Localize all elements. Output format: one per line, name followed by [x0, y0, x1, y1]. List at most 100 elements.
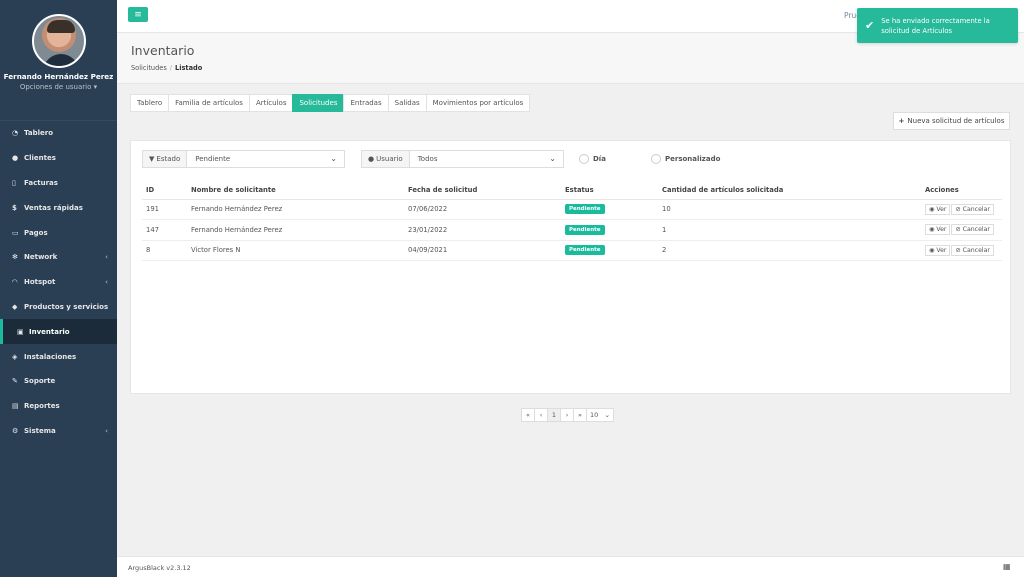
estado-filter: ▼ Estado Pendiente ⌄ [142, 150, 345, 168]
breadcrumb-parent[interactable]: Solicitudes [131, 64, 167, 72]
chevron-down-icon: ⌄ [330, 154, 337, 163]
last-page-button[interactable]: » [573, 408, 587, 422]
chevron-left-icon: ‹ [105, 426, 108, 435]
radio-personalizado[interactable]: Personalizado [651, 154, 720, 164]
cell-estatus: Pendiente [561, 199, 658, 220]
radio-circle [651, 154, 661, 164]
sidebar-item-label: Network [24, 253, 58, 262]
sidebar-item-ventas-rapidas[interactable]: $ Ventas rápidas [0, 195, 117, 220]
new-request-button[interactable]: + Nueva solicitud de artículos [893, 112, 1010, 130]
view-label: Ver [936, 246, 947, 254]
sidebar-item-label: Sistema [24, 426, 56, 435]
dollar-icon: $ [12, 203, 17, 212]
sidebar-item-hotspot[interactable]: ◠ Hotspot ‹ [0, 270, 117, 295]
tab-salidas[interactable]: Salidas [387, 94, 427, 112]
cell-nombre: Victor Flores N [187, 240, 404, 261]
user-options-label: Opciones de usuario [19, 83, 92, 91]
radio-personalizado-label: Personalizado [665, 155, 721, 163]
sidebar-item-instalaciones[interactable]: ◈ Instalaciones [0, 344, 117, 369]
cell-estatus: Pendiente [561, 240, 658, 261]
sidebar-item-label: Clientes [24, 154, 56, 163]
sidebar-item-clientes[interactable]: ● Clientes [0, 146, 117, 171]
network-icon: ✻ [12, 253, 18, 262]
view-button[interactable]: ◉ Ver [925, 244, 951, 256]
cell-nombre: Fernando Hernández Perez [187, 199, 404, 220]
cell-acciones: ◉ Ver ⊘ Cancelar [921, 199, 1002, 220]
sidebar-menu: ◔ Tablero ● Clientes ▯ Facturas $ Ventas ráp… [0, 120, 117, 443]
cancel-label: Cancelar [962, 205, 990, 213]
sidebar-item-network[interactable]: ✻ Network ‹ [0, 245, 117, 270]
user-name: Fernando Hernández Perez [3, 72, 114, 81]
page-1-button[interactable]: 1 [547, 408, 561, 422]
cancel-button[interactable]: ⊘ Cancelar [951, 203, 994, 215]
sidebar-item-productos[interactable]: ◆ Productos y servicios [0, 295, 117, 320]
sidebar-item-tablero[interactable]: ◔ Tablero [0, 121, 117, 146]
view-label: Ver [936, 205, 947, 213]
wrench-icon: ✎ [12, 377, 18, 386]
book-icon: ▤ [12, 402, 19, 411]
view-label: Ver [936, 226, 947, 234]
sidebar-item-sistema[interactable]: ⚙ Sistema ‹ [0, 419, 117, 444]
usuario-select[interactable]: Todos ⌄ [410, 151, 563, 167]
first-page-button[interactable]: « [521, 408, 535, 422]
estado-select[interactable]: Pendiente ⌄ [187, 151, 344, 167]
building-icon: ▦ [1003, 562, 1011, 571]
prev-page-button[interactable]: ‹ [534, 408, 548, 422]
status-badge: Pendiente [565, 245, 605, 256]
filter-icon: ▼ [149, 155, 155, 163]
status-badge: Pendiente [565, 204, 605, 215]
breadcrumb-current: Listado [175, 64, 203, 72]
check-icon: ✔ [865, 18, 875, 32]
cubes-icon: ▣ [17, 327, 24, 336]
breadcrumb: Solicitudes / Listado [131, 64, 202, 72]
col-acciones: Acciones [921, 182, 1002, 200]
col-nombre: Nombre de solicitante [187, 182, 404, 200]
sidebar-item-facturas[interactable]: ▯ Facturas [0, 171, 117, 196]
view-button[interactable]: ◉ Ver [925, 224, 951, 236]
ban-icon: ⊘ [955, 226, 961, 234]
sidebar-item-reportes[interactable]: ▤ Reportes [0, 394, 117, 419]
cell-id: 8 [142, 240, 187, 261]
cancel-button[interactable]: ⊘ Cancelar [951, 244, 994, 256]
success-toast[interactable]: ✔ Se ha enviado correctamente la solicit… [857, 8, 1018, 43]
plus-icon: + [898, 117, 905, 125]
tab-tablero[interactable]: Tablero [130, 94, 170, 112]
cell-acciones: ◉ Ver ⊘ Cancelar [921, 240, 1002, 261]
table-row: 191 Fernando Hernández Perez 07/06/2022 … [142, 199, 1002, 220]
user-options-menu[interactable]: Opciones de usuario ▾ [0, 83, 117, 91]
sidebar-item-label: Inventario [29, 327, 70, 336]
new-request-label: Nueva solicitud de artículos [907, 117, 1005, 125]
cogs-icon: ⚙ [12, 426, 19, 435]
radio-circle [579, 154, 589, 164]
status-badge: Pendiente [565, 224, 605, 235]
tab-articulos[interactable]: Artículos [248, 94, 294, 112]
usuario-label-text: Usuario [376, 155, 403, 163]
tab-familia-articulos[interactable]: Familia de artículos [168, 94, 250, 112]
pagination: « ‹ 1 › » 10 ⌄ [521, 408, 614, 422]
usuario-select-value: Todos [417, 155, 438, 163]
usuario-filter: ● Usuario Todos ⌄ [361, 150, 564, 168]
sidebar-item-inventario[interactable]: ▣ Inventario [0, 319, 117, 345]
user-icon: ● [368, 155, 375, 163]
inventory-tabs: Tablero Familia de artículos Artículos S… [130, 94, 531, 112]
radio-dia[interactable]: Día [579, 154, 606, 164]
menu-toggle-button[interactable]: ≡ [128, 7, 148, 22]
ban-icon: ⊘ [955, 205, 961, 213]
sidebar-item-pagos[interactable]: ▭ Pagos [0, 220, 117, 245]
cell-cantidad: 2 [658, 240, 921, 261]
tab-solicitudes[interactable]: Solicitudes [292, 94, 345, 112]
cell-nombre: Fernando Hernández Perez [187, 219, 404, 241]
requests-panel: ▼ Estado Pendiente ⌄ ● Usuario Todos ⌄ Día P… [130, 140, 1011, 394]
tab-entradas[interactable]: Entradas [343, 94, 389, 112]
wifi-icon: ◠ [12, 278, 18, 287]
next-page-button[interactable]: › [560, 408, 574, 422]
page-size-select[interactable]: 10 ⌄ [586, 408, 614, 422]
sidebar-item-soporte[interactable]: ✎ Soporte [0, 369, 117, 394]
tab-movimientos[interactable]: Movimientos por artículos [425, 94, 531, 112]
page-title: Inventario [131, 43, 195, 58]
radio-dia-label: Día [593, 155, 606, 163]
money-icon: ▭ [12, 228, 19, 237]
view-button[interactable]: ◉ Ver [925, 203, 951, 215]
file-icon: ▯ [12, 178, 16, 187]
cancel-button[interactable]: ⊘ Cancelar [951, 224, 994, 236]
